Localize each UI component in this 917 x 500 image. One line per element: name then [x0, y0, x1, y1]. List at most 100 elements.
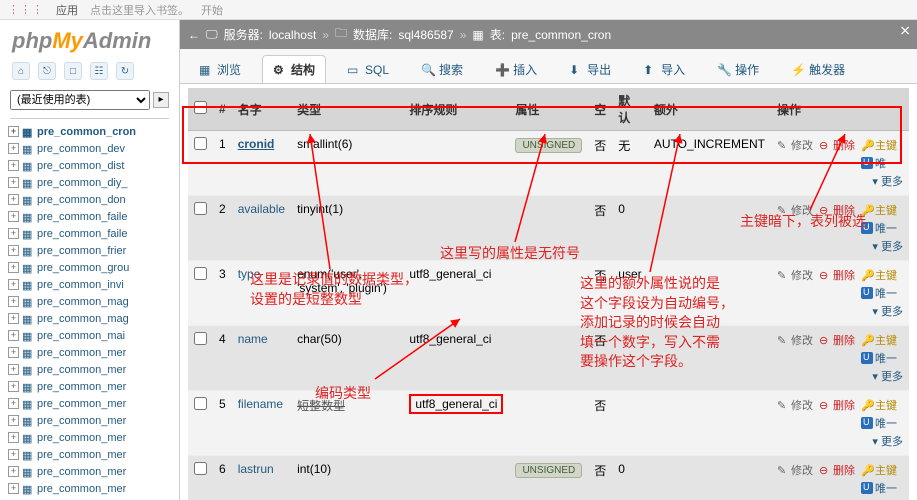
- expand-icon[interactable]: +: [8, 381, 19, 392]
- delete-link[interactable]: ⊖删除: [819, 332, 855, 348]
- tree-item[interactable]: +▦pre_common_invi: [8, 276, 179, 293]
- row-check[interactable]: [194, 202, 207, 215]
- primary-link[interactable]: 🔑主键: [861, 137, 897, 153]
- tree-item[interactable]: +▦pre_common_cron: [8, 123, 179, 140]
- nav-toggle-icon[interactable]: ←: [188, 28, 200, 42]
- row-check[interactable]: [194, 137, 207, 150]
- column-name[interactable]: cronid: [238, 137, 275, 151]
- more-dropdown[interactable]: ▾ 更多: [872, 238, 903, 254]
- tree-item[interactable]: +▦pre_common_mai: [8, 327, 179, 344]
- unique-link[interactable]: U唯一: [861, 415, 897, 431]
- delete-link[interactable]: ⊖删除: [819, 267, 855, 283]
- tab-operations[interactable]: 🔧操作: [706, 55, 770, 83]
- expand-icon[interactable]: +: [8, 126, 19, 137]
- table-link[interactable]: pre_common_cron: [511, 28, 611, 42]
- tree-item[interactable]: +▦pre_common_grou: [8, 259, 179, 276]
- row-check[interactable]: [194, 267, 207, 280]
- tree-item[interactable]: +▦pre_common_mer: [8, 446, 179, 463]
- delete-link[interactable]: ⊖删除: [819, 462, 855, 478]
- expand-icon[interactable]: +: [8, 364, 19, 375]
- tree-item[interactable]: +▦pre_common_mer: [8, 412, 179, 429]
- unique-link[interactable]: U唯一: [861, 350, 897, 366]
- tree-item[interactable]: +▦pre_common_mer: [8, 480, 179, 497]
- tree-item[interactable]: +▦pre_common_mer: [8, 361, 179, 378]
- delete-link[interactable]: ⊖删除: [819, 137, 855, 153]
- expand-icon[interactable]: +: [8, 177, 19, 188]
- row-check[interactable]: [194, 397, 207, 410]
- expand-icon[interactable]: +: [8, 228, 19, 239]
- close-icon[interactable]: ⨯: [899, 22, 911, 39]
- unique-link[interactable]: U唯一: [861, 480, 897, 496]
- more-dropdown[interactable]: ▾ 更多: [872, 303, 903, 319]
- primary-link[interactable]: 🔑主键: [861, 267, 897, 283]
- tree-item[interactable]: +▦pre_common_mag: [8, 293, 179, 310]
- tree-item[interactable]: +▦pre_common_faile: [8, 225, 179, 242]
- primary-link[interactable]: 🔑主键: [861, 202, 897, 218]
- tree-item[interactable]: +▦pre_common_mer: [8, 344, 179, 361]
- edit-link[interactable]: ✎修改: [777, 137, 813, 153]
- tree-item[interactable]: +▦pre_common_dist: [8, 157, 179, 174]
- edit-link[interactable]: ✎修改: [777, 332, 813, 348]
- tab-export[interactable]: ⬇导出: [558, 55, 622, 83]
- edit-link[interactable]: ✎修改: [777, 267, 813, 283]
- column-name[interactable]: name: [238, 332, 268, 346]
- expand-icon[interactable]: +: [8, 296, 19, 307]
- logout-icon[interactable]: ⎋: [38, 62, 56, 80]
- expand-icon[interactable]: +: [8, 449, 19, 460]
- expand-icon[interactable]: +: [8, 483, 19, 494]
- expand-icon[interactable]: +: [8, 211, 19, 222]
- server-link[interactable]: localhost: [269, 28, 316, 42]
- more-dropdown[interactable]: ▾ 更多: [872, 368, 903, 384]
- expand-icon[interactable]: +: [8, 143, 19, 154]
- unique-link[interactable]: U唯一: [861, 220, 897, 236]
- tree-item[interactable]: +▦pre_common_mer: [8, 463, 179, 480]
- tab-triggers[interactable]: ⚡触发器: [780, 55, 856, 83]
- tree-item[interactable]: +▦pre_common_frier: [8, 242, 179, 259]
- column-name[interactable]: type: [238, 267, 261, 281]
- tab-structure[interactable]: ⚙结构: [262, 55, 326, 83]
- column-name[interactable]: lastrun: [238, 462, 274, 476]
- tree-item[interactable]: +▦pre_common_diy_: [8, 174, 179, 191]
- tree-item[interactable]: +▦pre_common_dev: [8, 140, 179, 157]
- unique-link[interactable]: U唯一: [861, 155, 897, 171]
- primary-link[interactable]: 🔑主键: [861, 397, 897, 413]
- tab-insert[interactable]: ➕插入: [484, 55, 548, 83]
- expand-icon[interactable]: +: [8, 398, 19, 409]
- expand-icon[interactable]: +: [8, 415, 19, 426]
- tab-sql[interactable]: ▭SQL: [336, 55, 400, 83]
- expand-icon[interactable]: +: [8, 245, 19, 256]
- column-name[interactable]: filename: [238, 397, 283, 411]
- more-dropdown[interactable]: ▾ 更多: [872, 433, 903, 449]
- apps-icon[interactable]: ⋮⋮⋮: [8, 3, 44, 16]
- tree-item[interactable]: +▦pre_common_don: [8, 191, 179, 208]
- home-icon[interactable]: ⌂: [12, 62, 30, 80]
- column-name[interactable]: available: [238, 202, 285, 216]
- more-dropdown[interactable]: ▾ 更多: [872, 173, 903, 189]
- unique-link[interactable]: U唯一: [861, 285, 897, 301]
- expand-icon[interactable]: +: [8, 194, 19, 205]
- edit-link[interactable]: ✎修改: [777, 462, 813, 478]
- tree-item[interactable]: +▦pre_common_mer: [8, 378, 179, 395]
- tab-import[interactable]: ⬆导入: [632, 55, 696, 83]
- expand-icon[interactable]: +: [8, 432, 19, 443]
- tree-item[interactable]: +▦pre_common_mer: [8, 395, 179, 412]
- delete-link[interactable]: ⊖删除: [819, 397, 855, 413]
- expand-icon[interactable]: +: [8, 262, 19, 273]
- edit-link[interactable]: ✎修改: [777, 202, 813, 218]
- primary-link[interactable]: 🔑主键: [861, 462, 897, 478]
- edit-link[interactable]: ✎修改: [777, 397, 813, 413]
- docs-icon[interactable]: ☷: [90, 62, 108, 80]
- tree-item[interactable]: +▦pre_common_mer: [8, 429, 179, 446]
- expand-icon[interactable]: +: [8, 160, 19, 171]
- logo[interactable]: phpMyAdmin: [0, 20, 179, 58]
- delete-link[interactable]: ⊖删除: [819, 202, 855, 218]
- expand-icon[interactable]: +: [8, 330, 19, 341]
- tree-item[interactable]: +▦pre_common_mag: [8, 310, 179, 327]
- go-button[interactable]: ▸: [153, 92, 169, 108]
- primary-link[interactable]: 🔑主键: [861, 332, 897, 348]
- row-check[interactable]: [194, 332, 207, 345]
- tree-item[interactable]: +▦pre_common_faile: [8, 208, 179, 225]
- tab-browse[interactable]: ▦浏览: [188, 55, 252, 83]
- database-link[interactable]: sql486587: [398, 28, 453, 42]
- expand-icon[interactable]: +: [8, 313, 19, 324]
